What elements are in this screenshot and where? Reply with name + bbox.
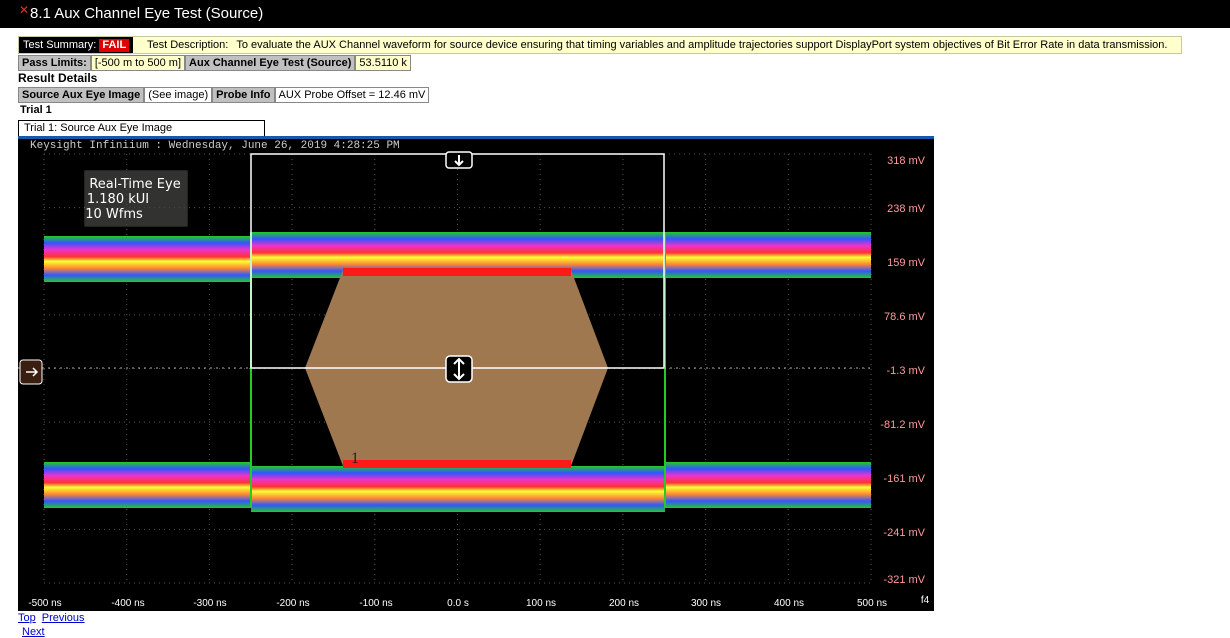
info-line-2: 1.180 kUI <box>87 192 149 207</box>
channel-marker-icon[interactable] <box>19 359 43 385</box>
mask-top-edge <box>343 268 571 276</box>
upper-rail-left <box>44 236 251 282</box>
y-tick: -241 mV <box>883 527 925 539</box>
info-box: Real-Time Eye 1.180 kUI 10 Wfms <box>84 170 188 227</box>
pass-limits-value: [-500 m to 500 m] <box>90 55 186 71</box>
footer-nav: Top Previous Next <box>18 612 91 638</box>
test-summary-label: Test Summary: <box>23 39 97 51</box>
marker-label: 1 <box>351 450 359 467</box>
next-link[interactable]: Next <box>22 626 45 638</box>
test-summary-cell: Test Summary: FAIL <box>19 37 134 53</box>
title-bar: ✕ 8.1 Aux Channel Eye Test (Source) <box>0 0 1230 28</box>
image-value: (See image) <box>144 87 213 103</box>
page-title: 8.1 Aux Channel Eye Test (Source) <box>30 5 264 22</box>
x-tick: -500 ns <box>28 598 61 609</box>
close-x-icon[interactable]: ✕ <box>19 3 29 17</box>
probe-info-value: AUX Probe Offset = 12.46 mV <box>274 87 430 103</box>
previous-link[interactable]: Previous <box>42 612 85 624</box>
center-handle-icon[interactable] <box>445 355 473 383</box>
pass-limits-label: Pass Limits: <box>18 55 91 71</box>
x-tick: 500 ns <box>857 598 887 609</box>
y-tick: -1.3 mV <box>886 365 925 377</box>
test-description-label: Test Description: <box>147 39 229 51</box>
test-description: Test Description: To evaluate the AUX Cha… <box>147 38 1167 52</box>
test-description-text: To evaluate the AUX Channel waveform for… <box>236 39 1168 51</box>
oscilloscope-screenshot: Keysight Infiniium : Wednesday, June 26,… <box>18 136 934 611</box>
fail-badge: FAIL <box>99 39 130 52</box>
info-line-3: 10 Wfms <box>85 207 143 222</box>
lower-rail-middle <box>251 466 665 512</box>
x-tick: -400 ns <box>111 598 144 609</box>
x-tick: -100 ns <box>359 598 392 609</box>
channel-label: f4 <box>921 595 930 606</box>
scope-top-rule <box>18 136 934 139</box>
metric-value: 53.5110 k <box>355 55 411 71</box>
image-label: Source Aux Eye Image <box>18 87 145 103</box>
trial-caption: Trial 1: Source Aux Eye Image <box>18 120 265 137</box>
y-tick: 78.6 mV <box>884 311 926 323</box>
y-tick: -321 mV <box>883 574 925 586</box>
trial-label: Trial 1 <box>20 104 52 116</box>
eye-diagram: Keysight Infiniium : Wednesday, June 26,… <box>18 136 934 611</box>
probe-info-label: Probe Info <box>212 87 275 103</box>
x-tick: 100 ns <box>526 598 556 609</box>
lower-rail-right <box>665 462 871 508</box>
x-tick: 300 ns <box>691 598 721 609</box>
test-summary-row: Test Summary: FAIL Test Description: To ev… <box>18 36 1182 54</box>
y-tick: 238 mV <box>887 203 926 215</box>
x-tick: 400 ns <box>774 598 804 609</box>
y-tick: -161 mV <box>883 473 925 485</box>
mask-bottom-edge <box>343 460 571 468</box>
metric-label: Aux Channel Eye Test (Source) <box>185 55 356 71</box>
result-details-heading: Result Details <box>18 71 98 85</box>
x-tick: -200 ns <box>276 598 309 609</box>
y-tick: 318 mV <box>887 155 926 167</box>
x-tick: 200 ns <box>609 598 639 609</box>
x-tick: 0.0 s <box>447 598 469 609</box>
pass-limits-row: Pass Limits: [-500 m to 500 m] Aux Channel… <box>18 55 411 71</box>
y-tick: 159 mV <box>887 257 926 269</box>
scope-header: Keysight Infiniium : Wednesday, June 26,… <box>30 140 400 152</box>
x-tick: -300 ns <box>193 598 226 609</box>
info-line-1: Real-Time Eye <box>89 177 180 192</box>
top-handle-icon[interactable] <box>445 151 473 169</box>
y-tick: -81.2 mV <box>880 419 925 431</box>
lower-rail-left <box>44 462 251 508</box>
upper-rail-right <box>665 232 871 278</box>
top-link[interactable]: Top <box>18 612 36 624</box>
result-details-row: Source Aux Eye Image (See image) Probe Inf… <box>18 87 430 103</box>
